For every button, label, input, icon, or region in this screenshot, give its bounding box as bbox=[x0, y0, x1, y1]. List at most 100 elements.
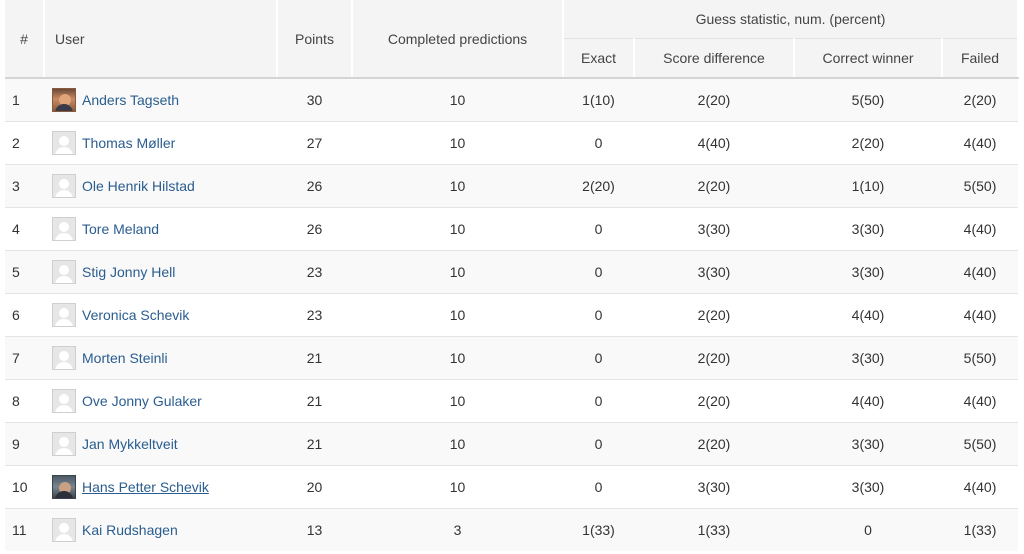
exact-cell: 0 bbox=[563, 292, 634, 336]
rank-cell: 4 bbox=[5, 206, 44, 250]
correct-winner-cell: 3(30) bbox=[794, 206, 942, 250]
table-row: 8 Ove Jonny Gulaker 21 10 0 2(20) 4(40) 4(40) bbox=[5, 378, 1019, 422]
user-profile-link[interactable]: Kai Rudshagen bbox=[82, 522, 178, 538]
rank-cell: 10 bbox=[5, 464, 44, 508]
user-profile-link[interactable]: Stig Jonny Hell bbox=[82, 264, 175, 280]
default-avatar-icon[interactable] bbox=[52, 431, 76, 456]
correct-winner-cell: 3(30) bbox=[794, 464, 942, 508]
completed-predictions-cell: 10 bbox=[352, 292, 563, 336]
failed-cell: 4(40) bbox=[942, 249, 1019, 293]
completed-predictions-cell: 10 bbox=[352, 249, 563, 293]
default-avatar-icon[interactable] bbox=[52, 302, 76, 327]
points-cell: 21 bbox=[277, 378, 352, 422]
table-row: 2 Thomas Møller 27 10 0 4(40) 2(20) 4(40) bbox=[5, 120, 1019, 164]
points-cell: 13 bbox=[277, 507, 352, 551]
failed-cell: 4(40) bbox=[942, 206, 1019, 250]
failed-cell: 5(50) bbox=[942, 163, 1019, 207]
user-cell: Jan Mykkeltveit bbox=[44, 421, 277, 465]
exact-cell: 0 bbox=[563, 421, 634, 465]
exact-cell: 0 bbox=[563, 206, 634, 250]
completed-predictions-cell: 10 bbox=[352, 120, 563, 164]
points-cell: 23 bbox=[277, 292, 352, 336]
user-cell: Hans Petter Schevik bbox=[44, 464, 277, 508]
user-cell: Ove Jonny Gulaker bbox=[44, 378, 277, 422]
default-avatar-icon[interactable] bbox=[52, 216, 76, 241]
user-photo-avatar[interactable] bbox=[52, 474, 76, 499]
completed-predictions-cell: 10 bbox=[352, 163, 563, 207]
user-profile-link[interactable]: Veronica Schevik bbox=[82, 307, 189, 323]
points-cell: 26 bbox=[277, 206, 352, 250]
user-cell: Ole Henrik Hilstad bbox=[44, 163, 277, 207]
user-cell: Tore Meland bbox=[44, 206, 277, 250]
exact-cell: 0 bbox=[563, 120, 634, 164]
default-avatar-icon[interactable] bbox=[52, 517, 76, 542]
default-avatar-icon[interactable] bbox=[52, 259, 76, 284]
user-profile-link[interactable]: Hans Petter Schevik bbox=[82, 479, 209, 495]
leaderboard-body: 1 Anders Tagseth 30 10 1(10) 2(20) 5(50) 2(20) 2… bbox=[5, 77, 1019, 551]
user-cell: Kai Rudshagen bbox=[44, 507, 277, 551]
rank-cell: 7 bbox=[5, 335, 44, 379]
header-completed-predictions: Completed predictions bbox=[352, 0, 564, 79]
exact-cell: 2(20) bbox=[563, 163, 634, 207]
table-row: 4 Tore Meland 26 10 0 3(30) 3(30) 4(40) bbox=[5, 206, 1019, 250]
exact-cell: 0 bbox=[563, 335, 634, 379]
correct-winner-cell: 4(40) bbox=[794, 292, 942, 336]
user-profile-link[interactable]: Jan Mykkeltveit bbox=[82, 436, 178, 452]
rank-cell: 2 bbox=[5, 120, 44, 164]
score-difference-cell: 1(33) bbox=[634, 507, 794, 551]
rank-cell: 11 bbox=[5, 507, 44, 551]
score-difference-cell: 3(30) bbox=[634, 206, 794, 250]
correct-winner-cell: 3(30) bbox=[794, 335, 942, 379]
score-difference-cell: 2(20) bbox=[634, 77, 794, 121]
user-cell: Stig Jonny Hell bbox=[44, 249, 277, 293]
failed-cell: 4(40) bbox=[942, 464, 1019, 508]
correct-winner-cell: 0 bbox=[794, 507, 942, 551]
completed-predictions-cell: 10 bbox=[352, 335, 563, 379]
leaderboard-table: # User Points Completed predictions Gues… bbox=[5, 0, 1020, 551]
correct-winner-cell: 2(20) bbox=[794, 120, 942, 164]
default-avatar-icon[interactable] bbox=[52, 130, 76, 155]
exact-cell: 0 bbox=[563, 378, 634, 422]
table-row: 1 Anders Tagseth 30 10 1(10) 2(20) 5(50) 2(20) bbox=[5, 77, 1019, 121]
header-score-difference: Score difference bbox=[634, 38, 795, 79]
score-difference-cell: 2(20) bbox=[634, 378, 794, 422]
header-rank: # bbox=[5, 0, 45, 79]
table-row: 11 Kai Rudshagen 13 3 1(33) 1(33) 0 1(33) bbox=[5, 507, 1019, 551]
table-row: 3 Ole Henrik Hilstad 26 10 2(20) 2(20) 1(10) 5(… bbox=[5, 163, 1019, 207]
user-profile-link[interactable]: Ove Jonny Gulaker bbox=[82, 393, 202, 409]
user-cell: Morten Steinli bbox=[44, 335, 277, 379]
user-profile-link[interactable]: Thomas Møller bbox=[82, 135, 175, 151]
user-photo-avatar[interactable] bbox=[52, 87, 76, 112]
exact-cell: 1(10) bbox=[563, 77, 634, 121]
failed-cell: 4(40) bbox=[942, 378, 1019, 422]
default-avatar-icon[interactable] bbox=[52, 345, 76, 370]
table-row: 10 Hans Petter Schevik 20 10 0 3(30) 3(30) 4(40… bbox=[5, 464, 1019, 508]
failed-cell: 5(50) bbox=[942, 335, 1019, 379]
failed-cell: 4(40) bbox=[942, 120, 1019, 164]
failed-cell: 2(20) bbox=[942, 77, 1019, 121]
points-cell: 26 bbox=[277, 163, 352, 207]
table-row: 5 Stig Jonny Hell 23 10 0 3(30) 3(30) 4(40) bbox=[5, 249, 1019, 293]
failed-cell: 1(33) bbox=[942, 507, 1019, 551]
points-cell: 21 bbox=[277, 335, 352, 379]
user-cell: Veronica Schevik bbox=[44, 292, 277, 336]
correct-winner-cell: 5(50) bbox=[794, 77, 942, 121]
user-profile-link[interactable]: Tore Meland bbox=[82, 221, 159, 237]
user-cell: Thomas Møller bbox=[44, 120, 277, 164]
default-avatar-icon[interactable] bbox=[52, 173, 76, 198]
completed-predictions-cell: 3 bbox=[352, 507, 563, 551]
user-cell: Anders Tagseth bbox=[44, 77, 277, 121]
points-cell: 21 bbox=[277, 421, 352, 465]
rank-cell: 3 bbox=[5, 163, 44, 207]
rank-cell: 9 bbox=[5, 421, 44, 465]
header-guess-statistic: Guess statistic, num. (percent) bbox=[563, 0, 1020, 39]
user-profile-link[interactable]: Anders Tagseth bbox=[82, 92, 179, 108]
rank-cell: 5 bbox=[5, 249, 44, 293]
user-profile-link[interactable]: Ole Henrik Hilstad bbox=[82, 178, 195, 194]
default-avatar-icon[interactable] bbox=[52, 388, 76, 413]
header-user: User bbox=[44, 0, 278, 79]
points-cell: 20 bbox=[277, 464, 352, 508]
user-profile-link[interactable]: Morten Steinli bbox=[82, 350, 168, 366]
score-difference-cell: 3(30) bbox=[634, 249, 794, 293]
score-difference-cell: 2(20) bbox=[634, 335, 794, 379]
